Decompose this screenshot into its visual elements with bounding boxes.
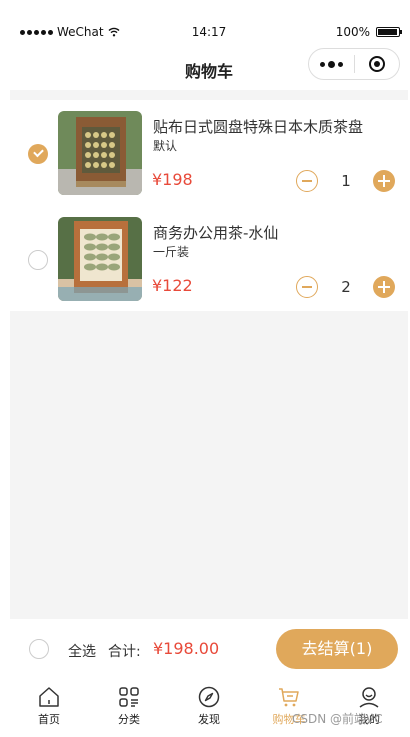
quantity-value: 2	[341, 278, 351, 296]
user-icon	[359, 687, 379, 708]
product-name[interactable]: 贴布日式圆盘特殊日本木质茶盘	[153, 116, 363, 137]
quantity-value: 1	[341, 172, 351, 190]
category-icon	[119, 687, 139, 707]
select-all-label[interactable]: 全选	[68, 641, 96, 661]
tea-tray-image	[58, 111, 142, 195]
watermark: CSDN @前端VC	[292, 712, 383, 726]
battery-percent: 100%	[335, 25, 370, 39]
tab-discover[interactable]: 发现	[179, 685, 239, 727]
tab-category[interactable]: 分类	[99, 685, 159, 727]
home-icon	[39, 687, 59, 707]
tab-label: 发现	[198, 713, 220, 726]
product-image[interactable]	[58, 217, 142, 301]
tab-home[interactable]: 首页	[19, 685, 79, 727]
target-icon	[368, 56, 385, 72]
product-spec: 一斤装	[153, 245, 190, 259]
cart-icon	[279, 688, 299, 707]
total-label: 合计:	[108, 644, 141, 660]
battery-icon	[376, 27, 402, 37]
product-price: ¥198	[152, 170, 193, 189]
tab-label: 首页	[38, 713, 60, 726]
item-checkbox[interactable]	[28, 250, 48, 270]
tab-label: 分类	[118, 713, 140, 726]
nav-bar: 购物车	[10, 48, 408, 90]
increase-qty-button[interactable]	[373, 170, 395, 192]
item-checkbox[interactable]	[28, 144, 48, 164]
cart-item: 商务办公用茶-水仙 一斤装 ¥122 2	[10, 206, 408, 311]
decrease-qty-button[interactable]	[296, 170, 318, 192]
compass-icon	[198, 686, 220, 708]
status-bar: WeChat 14:17 100%	[10, 18, 408, 48]
increase-qty-button[interactable]	[373, 276, 395, 298]
checkout-bar: 全选 合计: ¥198.00 去结算(1)	[10, 619, 408, 679]
decrease-qty-button[interactable]	[296, 276, 318, 298]
cart-item: 贴布日式圆盘特殊日本木质茶盘 默认 ¥198 1	[10, 100, 408, 205]
checkout-button[interactable]: 去结算(1)	[276, 629, 398, 669]
select-all-checkbox[interactable]	[29, 639, 49, 659]
more-button[interactable]	[309, 60, 354, 68]
product-spec: 默认	[153, 139, 178, 153]
phone-screen: WeChat 14:17 100% 购物车 贴布日式圆盘特殊日本木质茶盘 默认 …	[10, 18, 408, 737]
battery-area: 100%	[335, 25, 402, 39]
product-name[interactable]: 商务办公用茶-水仙	[153, 222, 278, 243]
cart-list: 贴布日式圆盘特殊日本木质茶盘 默认 ¥198 1 商务办公用茶-水仙 一斤装 ¥…	[10, 100, 408, 311]
tea-box-image	[58, 217, 142, 301]
more-dots-icon	[319, 60, 343, 68]
tab-bar: 首页 分类 发现 购物车 我的	[10, 679, 408, 737]
total-amount: ¥198.00	[153, 639, 220, 658]
capsule-menu	[308, 48, 400, 80]
product-price: ¥122	[152, 276, 193, 295]
close-miniprogram-button[interactable]	[355, 56, 400, 72]
product-image[interactable]	[58, 111, 142, 195]
